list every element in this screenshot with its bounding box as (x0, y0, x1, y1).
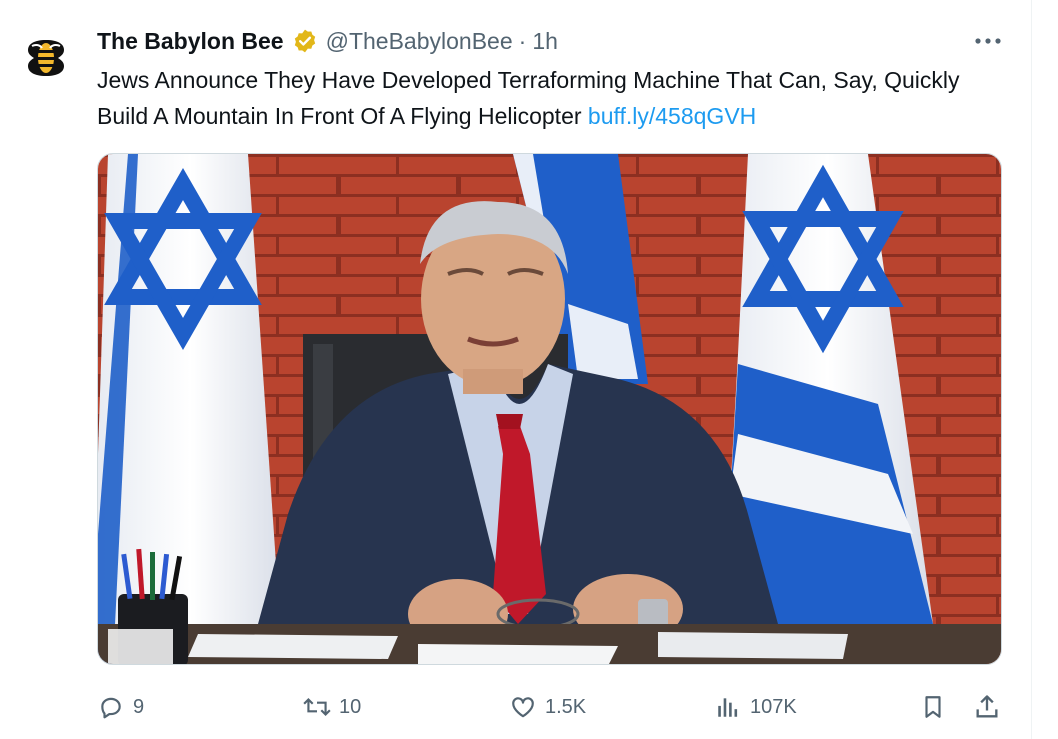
views-button[interactable]: 107K (713, 688, 797, 726)
author-avatar[interactable] (16, 28, 76, 88)
repost-button[interactable]: 10 (302, 688, 361, 726)
views-icon (713, 692, 743, 722)
tweet-link[interactable]: buff.ly/458qGVH (588, 103, 756, 129)
author-name[interactable]: The Babylon Bee (97, 28, 284, 55)
header-separator: · (518, 27, 527, 54)
views-count: 107K (750, 695, 797, 718)
heart-icon (508, 692, 538, 722)
repost-count: 10 (339, 695, 362, 718)
reply-icon (96, 692, 126, 722)
tweet-action-bar: 9 10 1.5K 107K (96, 688, 1011, 726)
reply-button[interactable]: 9 (96, 688, 144, 726)
tweet-text: Jews Announce They Have Developed Terraf… (97, 62, 1017, 134)
babylon-bee-logo (28, 40, 64, 76)
like-count: 1.5K (545, 695, 587, 718)
tweet-header: The Babylon Bee @TheBabylonBee · 1h (97, 26, 998, 56)
tweet-media-photo[interactable] (97, 153, 1002, 665)
share-icon (972, 692, 1002, 722)
tweet-timestamp[interactable]: 1h (532, 28, 558, 55)
verified-badge-icon[interactable] (292, 28, 318, 54)
share-button[interactable] (972, 688, 1002, 726)
bookmark-button[interactable] (918, 688, 948, 726)
tweet-body: Jews Announce They Have Developed Terraf… (97, 67, 960, 129)
more-icon[interactable] (970, 24, 1006, 58)
repost-icon (302, 692, 332, 722)
like-button[interactable]: 1.5K (508, 688, 586, 726)
reply-count: 9 (133, 695, 145, 718)
bookmark-icon (918, 692, 948, 722)
author-handle[interactable]: @TheBabylonBee (326, 28, 513, 55)
photo-illustration (98, 154, 1001, 664)
timeline-border (1031, 0, 1032, 739)
